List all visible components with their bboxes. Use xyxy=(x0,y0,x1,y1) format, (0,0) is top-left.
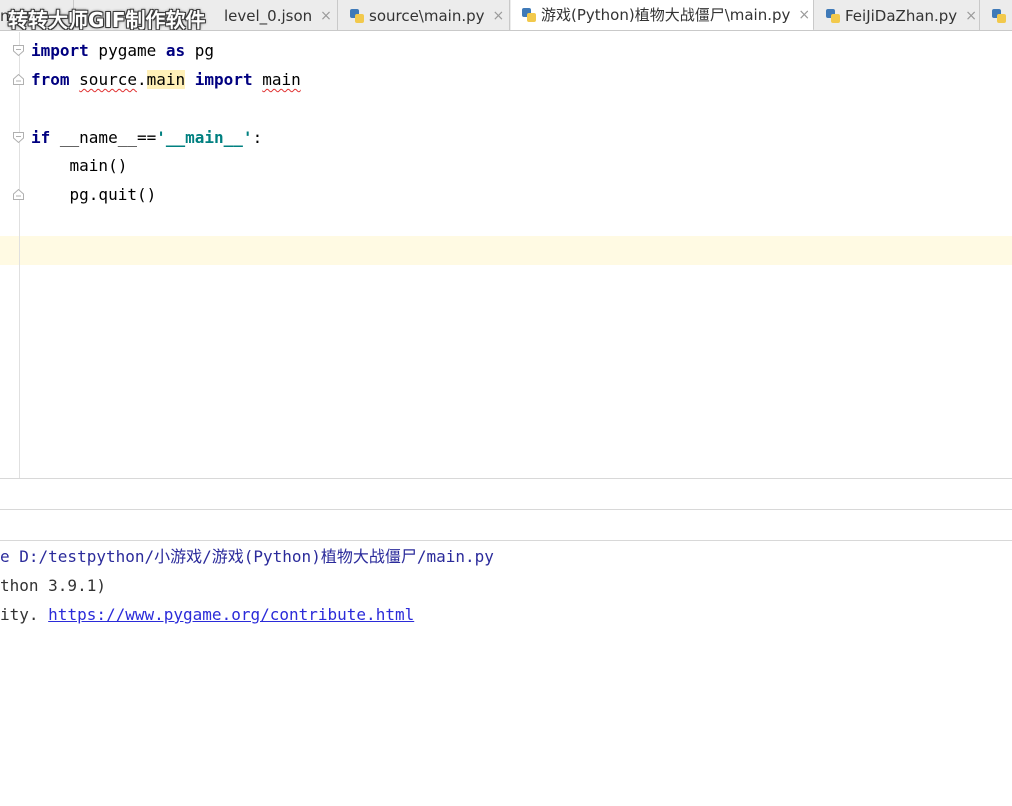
tab-partial-right[interactable] xyxy=(981,0,1012,30)
code-token: source xyxy=(79,70,137,89)
run-toolbar-divider xyxy=(0,509,1012,510)
editor-tab-bar: n level_0.json × source\main.py × 游戏(Pyt… xyxy=(0,0,1012,31)
code-token: . xyxy=(136,70,147,89)
panel-divider[interactable] xyxy=(0,478,1012,479)
code-line[interactable]: pg.quit() xyxy=(31,180,157,209)
close-icon[interactable]: × xyxy=(798,7,810,23)
close-icon[interactable]: × xyxy=(320,8,332,24)
code-line[interactable]: import pygame as pg xyxy=(31,36,214,65)
python-file-icon xyxy=(991,8,1007,24)
console-output-line: thon 3.9.1) xyxy=(0,576,106,595)
console-output-line: ity. https://www.pygame.org/contribute.h… xyxy=(0,600,414,629)
string-token: '__main__' xyxy=(156,128,253,147)
keyword-token: from xyxy=(31,70,70,89)
run-console[interactable]: e D:/testpython/小游戏/游戏(Python)植物大战僵尸/mai… xyxy=(0,541,1012,806)
tab-label: FeiJiDaZhan.py xyxy=(845,6,958,25)
python-file-icon xyxy=(521,7,537,23)
current-line-highlight xyxy=(0,236,1012,265)
code-token: : xyxy=(252,128,263,147)
fold-open-icon[interactable] xyxy=(12,44,25,57)
fold-end-icon[interactable] xyxy=(12,188,25,201)
console-output-text: ity. xyxy=(0,605,49,624)
code-token: pg.quit() xyxy=(31,185,157,204)
pygame-contribute-link[interactable]: https://www.pygame.org/contribute.html xyxy=(48,605,414,624)
tab-source-main-py[interactable]: source\main.py × xyxy=(339,0,510,30)
keyword-token: if xyxy=(31,128,51,147)
tab-label: 游戏(Python)植物大战僵尸\main.py xyxy=(541,6,791,24)
code-token: main xyxy=(262,70,301,89)
close-icon[interactable]: × xyxy=(493,8,505,24)
code-line[interactable]: if __name__=='__main__': xyxy=(31,123,262,152)
console-command-line: e D:/testpython/小游戏/游戏(Python)植物大战僵尸/mai… xyxy=(0,547,494,566)
code-editor[interactable]: import pygame as pg from source.main imp… xyxy=(0,32,1012,478)
keyword-token: as xyxy=(165,41,186,60)
code-line[interactable]: main() xyxy=(31,151,128,180)
fold-end-icon[interactable] xyxy=(12,73,25,86)
code-token: main xyxy=(146,70,186,89)
python-file-icon xyxy=(825,8,841,24)
python-file-icon xyxy=(349,8,365,24)
close-icon[interactable]: × xyxy=(965,8,977,24)
watermark-logo: 转转大师GIF制作软件 xyxy=(8,8,206,31)
code-token: pygame xyxy=(88,41,166,60)
code-line[interactable]: from source.main import main xyxy=(31,65,301,94)
tab-label: level_0.json xyxy=(224,6,313,25)
code-token: __name__== xyxy=(50,128,157,147)
code-token: main() xyxy=(31,156,128,175)
tab-label: source\main.py xyxy=(369,6,485,25)
tab-feijidazhan-py[interactable]: FeiJiDaZhan.py × xyxy=(815,0,980,30)
code-token: pg xyxy=(185,41,215,60)
gutter-separator xyxy=(19,32,20,478)
keyword-token: import xyxy=(194,70,253,89)
fold-open-icon[interactable] xyxy=(12,131,25,144)
keyword-token: import xyxy=(31,41,89,60)
tab-pvz-main-py[interactable]: 游戏(Python)植物大战僵尸\main.py × xyxy=(511,0,814,30)
